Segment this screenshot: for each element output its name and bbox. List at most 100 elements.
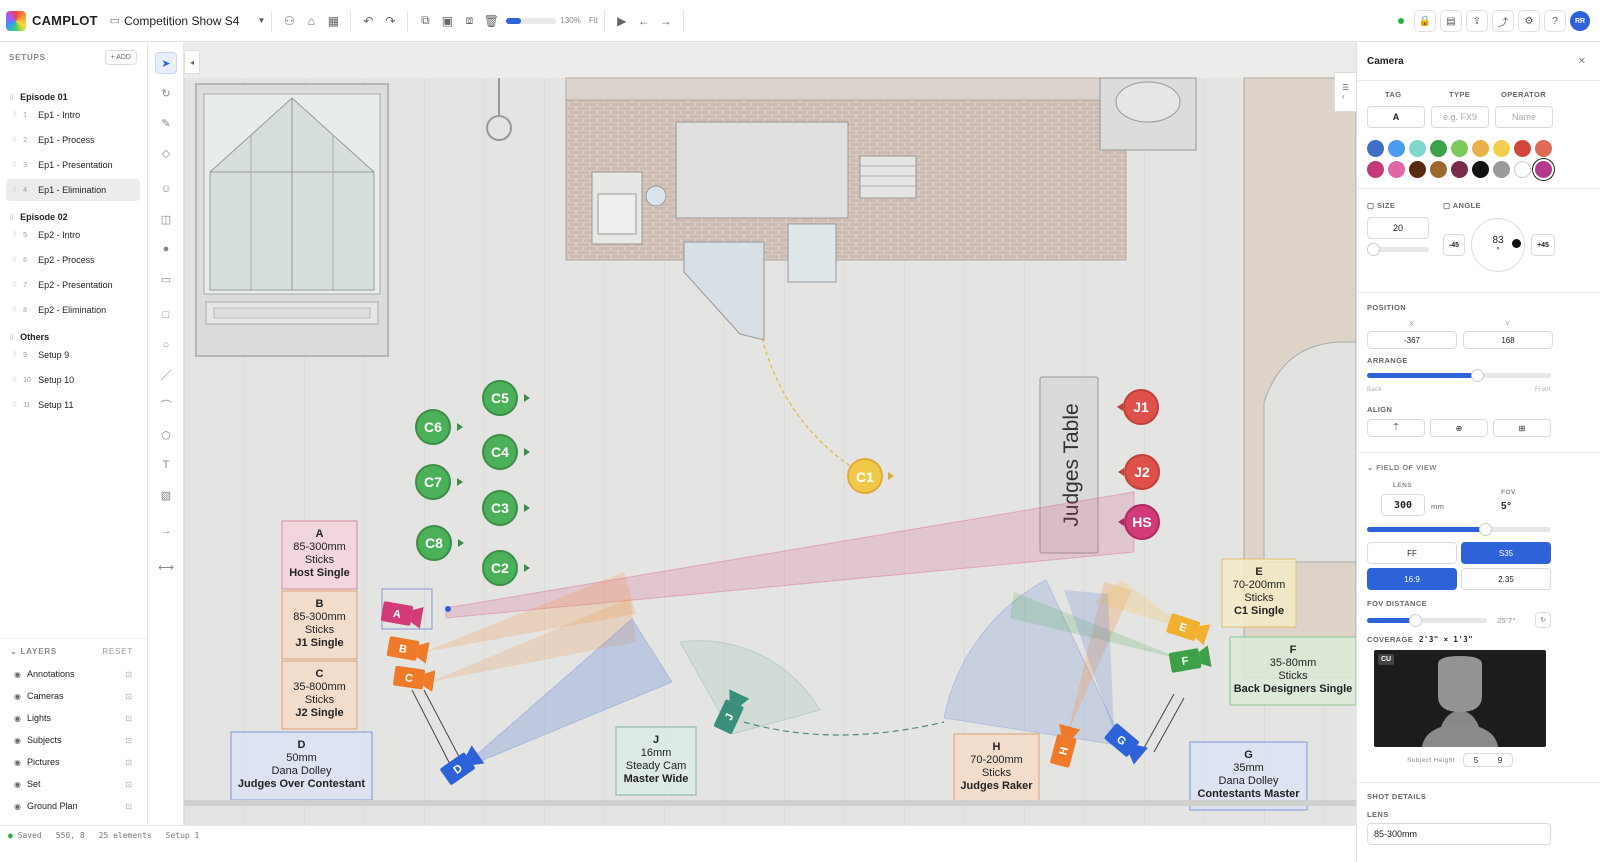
team-icon[interactable]: ⚇ [278, 10, 300, 32]
settings-icon[interactable]: ⚙ [1518, 10, 1540, 32]
angle-dial[interactable]: 83 ° [1471, 218, 1525, 272]
arc-tool-icon[interactable]: ⌒ [155, 394, 177, 416]
lens-slider[interactable] [1367, 523, 1551, 536]
color-swatch[interactable] [1472, 161, 1489, 178]
fit-button[interactable]: Fit [589, 16, 598, 25]
operator-input[interactable]: Name [1495, 106, 1553, 128]
setup-item[interactable]: ⠿ 8 Ep2 - Elimination [6, 299, 140, 321]
color-swatch[interactable] [1430, 140, 1447, 157]
lock-icon[interactable]: 🔒 [1414, 10, 1436, 32]
document-icon[interactable]: ▤ [1440, 10, 1462, 32]
camera-label-b[interactable]: B85-300mmSticksJ1 Single [281, 590, 358, 660]
reset-icon[interactable]: ↻ [1535, 612, 1551, 628]
color-swatch[interactable] [1493, 140, 1510, 157]
panel-toggle-icon[interactable]: ☰ ‹ [1334, 72, 1356, 112]
size-slider[interactable] [1367, 243, 1429, 256]
camera-label-j[interactable]: J16mmSteady CamMaster Wide [615, 726, 697, 796]
size-input[interactable]: 20 [1367, 217, 1429, 239]
position-y-input[interactable]: 168 [1463, 331, 1553, 349]
setup-item[interactable]: ⠿ 9 Setup 9 [6, 344, 140, 366]
align-top-icon[interactable]: ⍑ [1367, 419, 1425, 437]
camera-tool-icon[interactable]: ◫ [155, 208, 177, 230]
layer-item[interactable]: ◉ Set ⊡ [14, 779, 132, 789]
camera-label-h[interactable]: H70-200mmSticksJudges Raker [953, 733, 1040, 803]
rectangle-tool-icon[interactable]: □ [155, 304, 177, 326]
lens-input[interactable]: 300 [1381, 494, 1425, 516]
prev-icon[interactable]: ← [633, 10, 655, 32]
eraser-tool-icon[interactable]: ◇ [155, 142, 177, 164]
setup-item[interactable]: ⠿ 1 Ep1 - Intro [6, 104, 140, 126]
camera-label-d[interactable]: D50mmDana DolleyJudges Over Contestant [230, 731, 373, 801]
color-swatch[interactable] [1388, 140, 1405, 157]
position-x-input[interactable]: -367 [1367, 331, 1457, 349]
eye-icon[interactable]: ◉ [14, 736, 21, 745]
prop-tool-icon[interactable]: ▭ [155, 268, 177, 290]
color-swatch[interactable] [1367, 161, 1384, 178]
text-tool-icon[interactable]: T [155, 454, 177, 476]
layer-item[interactable]: ◉ Ground Plan ⊡ [14, 801, 132, 811]
measure-tool-icon[interactable]: ⟷ [155, 556, 177, 578]
stage-canvas[interactable]: Judges Table C6 C5 C4 C7 C3 C8 C2 J1 J2 HS C1 AB… [184, 42, 1356, 825]
select-tool-icon[interactable]: ➤ [155, 52, 177, 74]
subject-height-input[interactable]: 5 9 [1463, 753, 1513, 767]
color-swatch[interactable] [1535, 161, 1552, 178]
add-setup-button[interactable]: + ADD [104, 50, 137, 65]
setup-group-header[interactable]: ⠿ Episode 01 [9, 92, 68, 102]
ellipse-tool-icon[interactable]: ○ [155, 334, 177, 356]
export-icon[interactable]: ⇪ [1466, 10, 1488, 32]
setup-item[interactable]: ⠿ 10 Setup 10 [6, 369, 140, 391]
layer-item[interactable]: ◉ Lights ⊡ [14, 713, 132, 723]
layer-item[interactable]: ◉ Pictures ⊡ [14, 757, 132, 767]
angle-minus-button[interactable]: -45 [1443, 234, 1465, 256]
eye-icon[interactable]: ◉ [14, 802, 21, 811]
lock-icon[interactable]: ⊡ [125, 670, 132, 679]
color-swatch[interactable] [1451, 140, 1468, 157]
paste-icon[interactable]: ▣ [436, 10, 458, 32]
setup-item[interactable]: ⠿ 5 Ep2 - Intro [6, 224, 140, 246]
color-swatch[interactable] [1493, 161, 1510, 178]
lasso-tool-icon[interactable]: ↻ [155, 82, 177, 104]
tag-icon[interactable]: ⌂ [300, 10, 322, 32]
reset-layers-button[interactable]: RESET [102, 647, 133, 656]
image-tool-icon[interactable]: ▨ [155, 484, 177, 506]
setup-item[interactable]: ⠿ 7 Ep2 - Presentation [6, 274, 140, 296]
camera-label-g[interactable]: G35mmDana DolleyContestants Master [1189, 741, 1308, 811]
lock-icon[interactable]: ⊡ [125, 736, 132, 745]
avatar[interactable]: RR [1570, 11, 1590, 31]
layer-item[interactable]: ◉ Annotations ⊡ [14, 669, 132, 679]
person-tool-icon[interactable]: ☺ [155, 178, 177, 200]
copy-icon[interactable]: ⧉ [414, 10, 436, 32]
camera-label-a[interactable]: A85-300mmSticksHost Single [281, 520, 358, 590]
collapse-left-icon[interactable]: ◂ [184, 50, 200, 74]
color-swatch[interactable] [1451, 161, 1468, 178]
app-logo[interactable]: CAMPLOT [6, 10, 98, 31]
delete-icon[interactable]: 🗑 [480, 10, 502, 32]
color-swatch[interactable] [1388, 161, 1405, 178]
eye-icon[interactable]: ◉ [14, 780, 21, 789]
sensor-ff-button[interactable]: FF [1367, 542, 1457, 564]
play-icon[interactable]: ▶ [611, 10, 633, 32]
aspect-16-9-button[interactable]: 16:9 [1367, 568, 1457, 590]
eye-icon[interactable]: ◉ [14, 758, 21, 767]
table-icon[interactable]: ▦ [322, 10, 344, 32]
redo-icon[interactable]: ↷ [379, 10, 401, 32]
color-swatch[interactable] [1430, 161, 1447, 178]
tag-input[interactable]: A [1367, 106, 1425, 128]
eye-icon[interactable]: ◉ [14, 670, 21, 679]
angle-plus-button[interactable]: +45 [1531, 234, 1555, 256]
eye-icon[interactable]: ◉ [14, 714, 21, 723]
light-tool-icon[interactable]: ● [155, 238, 177, 260]
share-icon[interactable]: ⤴ [1492, 10, 1514, 32]
lock-icon[interactable]: ⊡ [125, 780, 132, 789]
lock-icon[interactable]: ⊡ [125, 758, 132, 767]
arrange-slider[interactable] [1367, 369, 1551, 382]
project-selector[interactable]: ▭ Competition Show S4 ▼ [110, 14, 266, 28]
eye-icon[interactable]: ◉ [14, 692, 21, 701]
setup-item[interactable]: ⠿ 11 Setup 11 [6, 394, 140, 416]
setup-item[interactable]: ⠿ 2 Ep1 - Process [6, 129, 140, 151]
close-icon[interactable]: ✕ [1578, 56, 1586, 67]
help-icon[interactable]: ? [1544, 10, 1566, 32]
setup-group-header[interactable]: ⠿ Others [9, 332, 49, 342]
undo-icon[interactable]: ↶ [357, 10, 379, 32]
duplicate-icon[interactable]: ⧈ [458, 10, 480, 32]
